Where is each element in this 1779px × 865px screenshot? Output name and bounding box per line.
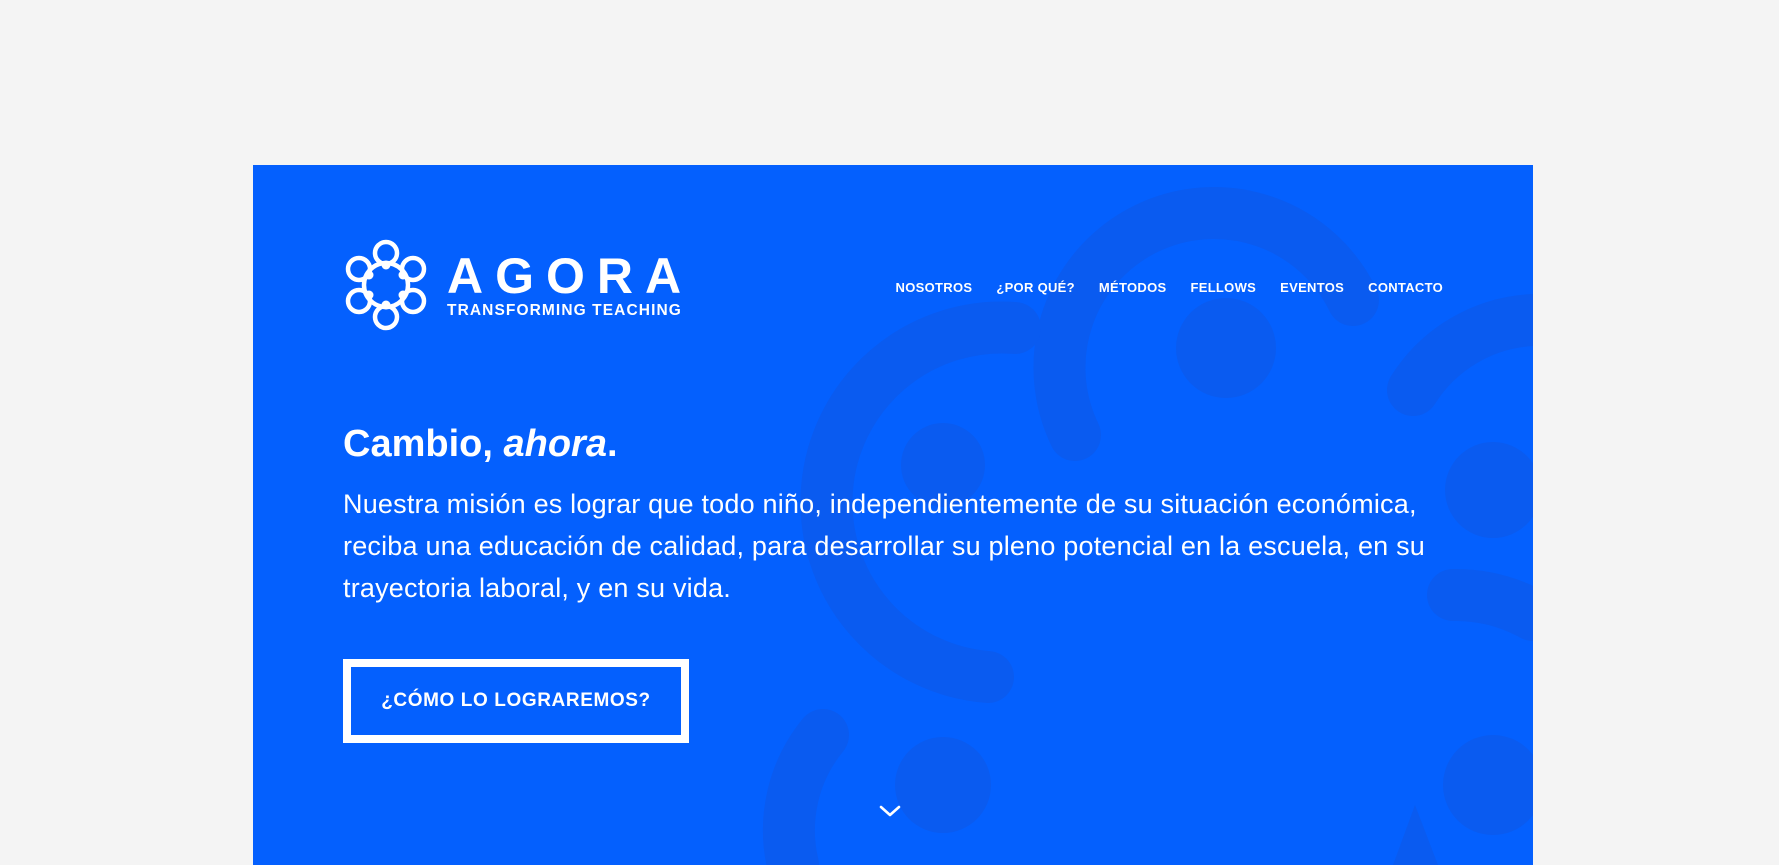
nav-item-fellows[interactable]: FELLOWS <box>1190 280 1256 295</box>
nav-item-eventos[interactable]: EVENTOS <box>1280 280 1344 295</box>
logo-text: AGORA TRANSFORMING TEACHING <box>447 251 693 320</box>
nav-item-contacto[interactable]: CONTACTO <box>1368 280 1443 295</box>
brand-name: AGORA <box>447 247 694 304</box>
chevron-down-icon[interactable] <box>878 802 902 820</box>
headline-emphasis: ahora <box>503 423 607 465</box>
headline-lead: Cambio, <box>343 423 504 465</box>
como-lo-lograremos-button[interactable]: ¿CÓMO LO LOGRAREMOS? <box>343 659 689 743</box>
nav-item-nosotros[interactable]: NOSOTROS <box>896 280 973 295</box>
headline-end: . <box>606 423 618 465</box>
nav-item-por-que[interactable]: ¿POR QUÉ? <box>996 280 1075 295</box>
brand-logo[interactable]: AGORA TRANSFORMING TEACHING <box>343 239 693 331</box>
hero-headline: Cambio, ahora. <box>343 423 618 466</box>
nav-item-metodos[interactable]: MÉTODOS <box>1099 280 1167 295</box>
brand-tagline: TRANSFORMING TEACHING <box>447 301 682 319</box>
hero-mission-text: Nuestra misión es lograr que todo niño, … <box>343 489 1426 603</box>
agora-logo-icon <box>345 239 427 331</box>
main-nav: NOSOTROS ¿POR QUÉ? MÉTODOS FELLOWS EVENT… <box>872 280 1443 295</box>
hero-section: AGORA TRANSFORMING TEACHING NOSOTROS ¿PO… <box>253 165 1533 865</box>
